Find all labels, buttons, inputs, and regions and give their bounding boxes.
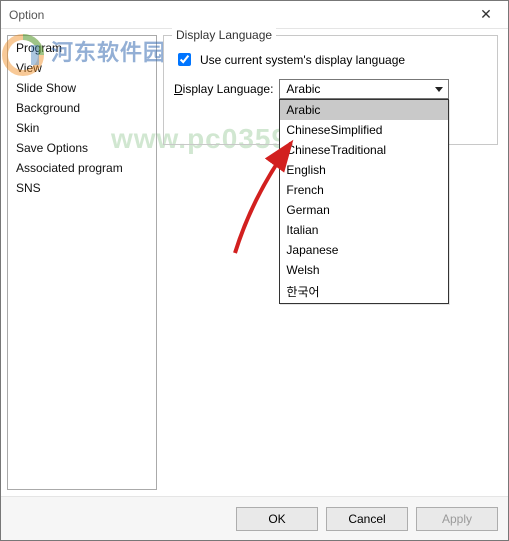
option-italian[interactable]: Italian — [280, 220, 448, 240]
option-welsh[interactable]: Welsh — [280, 260, 448, 280]
display-language-group: Display Language Use current system's di… — [163, 35, 498, 145]
sidebar-item-sns[interactable]: SNS — [8, 178, 156, 198]
option-german[interactable]: German — [280, 200, 448, 220]
language-dropdown[interactable]: Arabic ChineseSimplified ChineseTraditio… — [279, 99, 449, 304]
content-pane: Display Language Use current system's di… — [163, 35, 502, 490]
titlebar: Option ✕ — [1, 1, 508, 29]
option-korean[interactable]: 한국어 — [280, 280, 448, 303]
close-icon: ✕ — [480, 6, 492, 23]
option-dialog: Option ✕ 河东软件园 www.pc0359.cn Program Vie… — [0, 0, 509, 541]
close-button[interactable]: ✕ — [464, 1, 508, 29]
apply-button: Apply — [416, 507, 498, 531]
use-system-language-checkbox[interactable] — [178, 53, 191, 66]
sidebar-item-view[interactable]: View — [8, 58, 156, 78]
option-english[interactable]: English — [280, 160, 448, 180]
option-arabic[interactable]: Arabic — [280, 100, 448, 120]
display-language-label: Display Language: — [174, 82, 273, 96]
combo-selected-text: Arabic — [286, 82, 320, 96]
sidebar-item-skin[interactable]: Skin — [8, 118, 156, 138]
combo-selected[interactable]: Arabic — [279, 79, 449, 99]
group-legend: Display Language — [172, 28, 276, 42]
cancel-button[interactable]: Cancel — [326, 507, 408, 531]
display-language-label-text: isplay Language: — [183, 82, 274, 96]
sidebar-item-save-options[interactable]: Save Options — [8, 138, 156, 158]
window-title: Option — [9, 8, 464, 22]
category-list[interactable]: Program View Slide Show Background Skin … — [7, 35, 157, 490]
sidebar-item-background[interactable]: Background — [8, 98, 156, 118]
option-french[interactable]: French — [280, 180, 448, 200]
sidebar-item-program[interactable]: Program — [8, 38, 156, 58]
sidebar-item-slideshow[interactable]: Slide Show — [8, 78, 156, 98]
ok-button[interactable]: OK — [236, 507, 318, 531]
option-chinese-simplified[interactable]: ChineseSimplified — [280, 120, 448, 140]
use-system-language-label: Use current system's display language — [200, 53, 405, 67]
display-language-combo[interactable]: Arabic Arabic ChineseSimplified ChineseT… — [279, 79, 449, 99]
main-area: 河东软件园 www.pc0359.cn Program View Slide S… — [1, 29, 508, 496]
use-system-language-row: Use current system's display language — [174, 50, 487, 69]
dialog-buttons: OK Cancel Apply — [1, 496, 508, 540]
display-language-row: Display Language: Arabic Arabic ChineseS… — [174, 79, 487, 99]
option-chinese-traditional[interactable]: ChineseTraditional — [280, 140, 448, 160]
sidebar-item-associated-program[interactable]: Associated program — [8, 158, 156, 178]
option-japanese[interactable]: Japanese — [280, 240, 448, 260]
